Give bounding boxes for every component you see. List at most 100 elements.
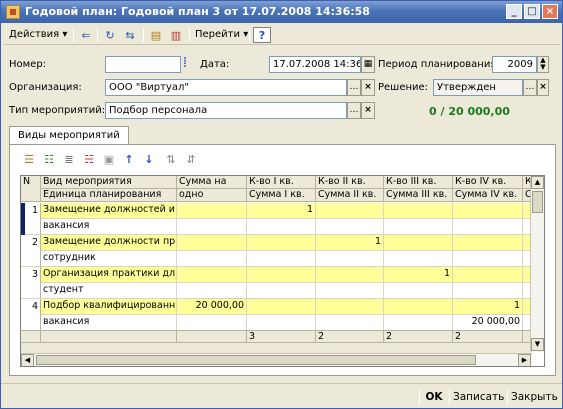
q4-count-cell[interactable] xyxy=(453,267,523,283)
actions-menu[interactable]: Действия ▾ xyxy=(9,27,67,43)
delete-row-icon[interactable]: ☵ xyxy=(80,151,98,169)
unit-cell[interactable]: студент xyxy=(41,283,177,299)
sum-one-cell[interactable] xyxy=(177,235,247,251)
q3-sum-cell[interactable] xyxy=(384,219,453,235)
period-spinner[interactable]: ▲ ▼ xyxy=(537,56,549,73)
scroll-left-icon[interactable]: ◀ xyxy=(21,354,34,366)
q2-sum-cell[interactable] xyxy=(316,219,384,235)
q3-sum-cell[interactable] xyxy=(384,315,453,331)
q3-sum-cell[interactable] xyxy=(384,283,453,299)
scroll-right-icon[interactable]: ▶ xyxy=(518,354,531,366)
close-form-button[interactable]: Закрыть xyxy=(511,388,558,406)
q2-count-cell[interactable]: 1 xyxy=(316,235,384,251)
column-header-sum-per-one[interactable]: Сумма на xyxy=(177,176,247,189)
sort-ascending-icon[interactable]: ⇅ xyxy=(162,151,180,169)
column-header-q2-count[interactable]: К-во II кв. xyxy=(316,176,384,189)
period-field[interactable]: 2009 xyxy=(492,56,537,73)
post-document-icon[interactable]: ▤ xyxy=(147,27,165,43)
unit-cell[interactable]: вакансия xyxy=(41,219,177,235)
column-header-q1-count[interactable]: К-во I кв. xyxy=(247,176,316,189)
sum-one-cell[interactable]: 20 000,00 xyxy=(177,299,247,315)
column-header-q3-count[interactable]: К-во III кв. xyxy=(384,176,453,189)
q3-count-cell[interactable] xyxy=(384,235,453,251)
select-organization-button[interactable]: … xyxy=(347,79,361,96)
unit-cell[interactable]: вакансия xyxy=(41,315,177,331)
minimize-button[interactable]: _ xyxy=(506,4,522,19)
q4-sum-cell[interactable] xyxy=(453,219,523,235)
edit-row-icon[interactable]: ≣ xyxy=(60,151,78,169)
column-header-q4-sum[interactable]: Сумма IV кв. xyxy=(453,189,523,202)
q2-count-cell[interactable] xyxy=(316,299,384,315)
q4-sum-cell[interactable] xyxy=(453,283,523,299)
organization-field[interactable]: ООО "Виртуал" xyxy=(105,79,347,96)
q1-count-cell[interactable]: 1 xyxy=(247,203,316,219)
ok-button[interactable]: OK xyxy=(423,388,445,406)
date-field[interactable]: 17.07.2008 14:36:58 xyxy=(269,56,361,73)
q2-count-cell[interactable] xyxy=(316,267,384,283)
column-header-event-kind[interactable]: Вид мероприятия xyxy=(41,176,177,189)
q4-count-cell[interactable]: 1 xyxy=(453,299,523,315)
copy-row-icon[interactable]: ☷ xyxy=(40,151,58,169)
tab-event-kinds[interactable]: Виды мероприятий xyxy=(9,126,129,145)
q1-sum-cell[interactable] xyxy=(247,283,316,299)
select-event-type-button[interactable]: … xyxy=(347,102,361,119)
q2-sum-cell[interactable] xyxy=(316,315,384,331)
select-decision-button[interactable]: … xyxy=(523,79,537,96)
q1-count-cell[interactable] xyxy=(247,267,316,283)
event-kind-cell[interactable]: Замещение должностей и... xyxy=(41,203,177,219)
clear-event-type-icon[interactable]: × xyxy=(361,102,375,119)
goto-menu[interactable]: Перейти ▾ xyxy=(195,27,248,43)
q3-count-cell[interactable] xyxy=(384,299,453,315)
q3-sum-cell[interactable] xyxy=(384,251,453,267)
end-edit-icon[interactable]: ▣ xyxy=(100,151,118,169)
q2-sum-cell[interactable] xyxy=(316,251,384,267)
scroll-up-icon[interactable]: ▲ xyxy=(531,176,544,189)
scroll-thumb[interactable] xyxy=(532,191,543,213)
column-header-q4-count[interactable]: К-во IV кв. xyxy=(453,176,523,189)
edit-number-icon[interactable]: ┋ xyxy=(181,56,189,73)
column-header-q2-sum[interactable]: Сумма II кв. xyxy=(316,189,384,202)
maximize-button[interactable]: □ xyxy=(524,4,540,19)
clear-decision-icon[interactable]: × xyxy=(537,79,549,96)
unit-cell[interactable]: сотрудник xyxy=(41,251,177,267)
q3-count-cell[interactable]: 1 xyxy=(384,267,453,283)
move-down-icon[interactable]: ↓ xyxy=(140,151,158,169)
sum-one-cell[interactable] xyxy=(177,267,247,283)
q4-count-cell[interactable] xyxy=(453,203,523,219)
horizontal-scroll-thumb[interactable] xyxy=(36,355,476,365)
q1-sum-cell[interactable] xyxy=(247,251,316,267)
sum-one-cell[interactable] xyxy=(177,203,247,219)
save-button[interactable]: Записать xyxy=(453,388,504,406)
q4-sum-cell[interactable] xyxy=(453,251,523,267)
title-bar[interactable]: Годовой план: Годовой план 3 от 17.07.20… xyxy=(1,1,562,23)
move-up-icon[interactable]: ↑ xyxy=(120,151,138,169)
add-row-icon[interactable]: ☰ xyxy=(20,151,38,169)
back-arrow-icon[interactable]: ⇐ xyxy=(77,27,95,43)
column-header-n[interactable]: N xyxy=(21,176,41,202)
calendar-icon[interactable]: ▦ xyxy=(361,56,375,73)
event-type-field[interactable]: Подбор персонала xyxy=(105,102,347,119)
number-field[interactable] xyxy=(105,56,181,73)
scroll-down-icon[interactable]: ▼ xyxy=(531,338,544,351)
refresh-icon[interactable]: ↻ xyxy=(101,27,119,43)
close-button[interactable]: × xyxy=(542,4,558,19)
q4-sum-cell[interactable]: 20 000,00 xyxy=(453,315,523,331)
q1-count-cell[interactable] xyxy=(247,235,316,251)
column-header-q3-sum[interactable]: Сумма III кв. xyxy=(384,189,453,202)
q1-count-cell[interactable] xyxy=(247,299,316,315)
column-header-q1-sum[interactable]: Сумма I кв. xyxy=(247,189,316,202)
q2-count-cell[interactable] xyxy=(316,203,384,219)
q4-count-cell[interactable] xyxy=(453,235,523,251)
unpost-document-icon[interactable]: ▥ xyxy=(167,27,185,43)
event-kind-cell[interactable]: Замещение должности пр... xyxy=(41,235,177,251)
decision-field[interactable]: Утвержден xyxy=(433,79,523,96)
q1-sum-cell[interactable] xyxy=(247,219,316,235)
event-kind-cell[interactable]: Подбор квалифицированн... xyxy=(41,299,177,315)
vertical-scrollbar[interactable]: ▲ ▼ xyxy=(530,176,544,352)
q2-sum-cell[interactable] xyxy=(316,283,384,299)
q3-count-cell[interactable] xyxy=(384,203,453,219)
q1-sum-cell[interactable] xyxy=(247,315,316,331)
horizontal-scrollbar[interactable]: ◀ ▶ xyxy=(21,353,532,366)
clear-organization-icon[interactable]: × xyxy=(361,79,375,96)
sort-descending-icon[interactable]: ⇵ xyxy=(182,151,200,169)
